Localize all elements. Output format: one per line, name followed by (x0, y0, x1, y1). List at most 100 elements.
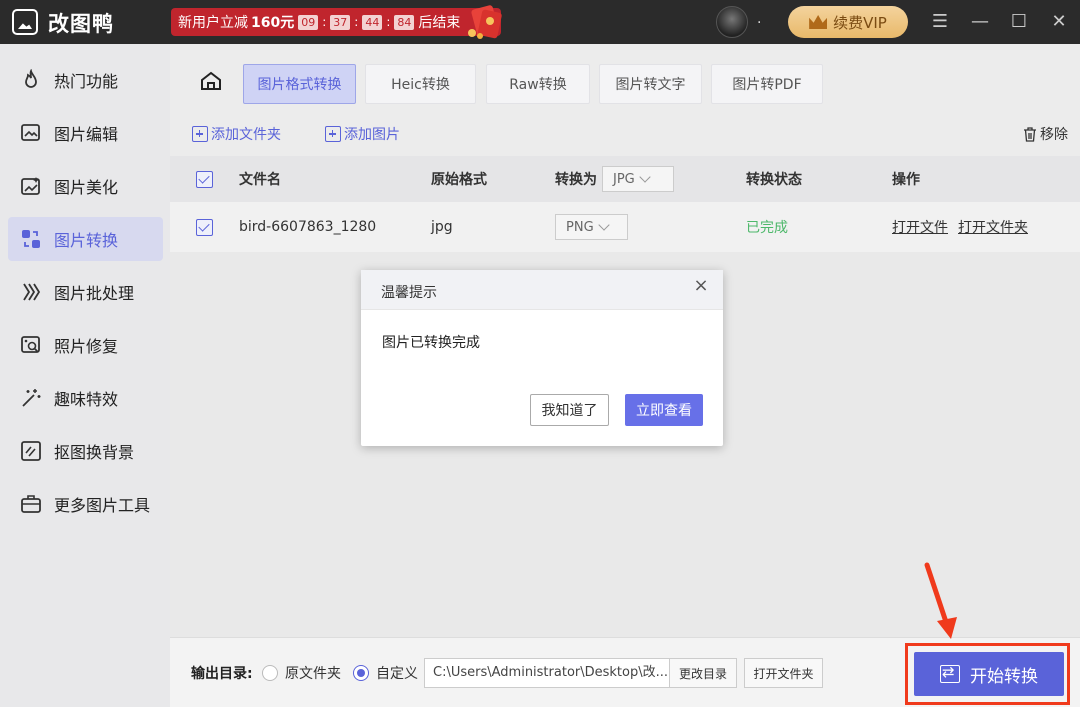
batch-icon (20, 281, 42, 303)
image-convert-icon (20, 228, 42, 250)
tab-image-to-pdf[interactable]: 图片转PDF (711, 64, 823, 104)
magic-icon (20, 387, 42, 409)
file-toolbar: 添加文件夹 添加图片 移除 (170, 112, 1080, 156)
sidebar-item-label: 趣味特效 (54, 390, 119, 409)
add-folder-icon (192, 126, 208, 142)
image-edit-icon (20, 122, 42, 144)
chevron-down-icon (597, 219, 610, 231)
countdown-hours: 09 (298, 14, 319, 30)
open-folder-link[interactable]: 打开文件夹 (958, 217, 1028, 237)
countdown-ms: 84 (394, 14, 415, 30)
header-status: 转换状态 (746, 172, 802, 188)
row-target-value: PNG (566, 219, 594, 235)
fire-icon (20, 69, 42, 91)
chevron-down-icon (639, 171, 651, 183)
start-convert-label: 开始转换 (970, 666, 1038, 687)
toolbox-icon (20, 493, 42, 515)
sidebar-item-label: 热门功能 (54, 72, 119, 91)
annotation-arrow-icon (924, 562, 957, 639)
image-beautify-icon (20, 175, 42, 197)
add-folder-button[interactable]: 添加文件夹 (192, 124, 281, 144)
vip-renew-button[interactable]: 续费VIP (788, 6, 908, 38)
sidebar-item-edit[interactable]: 图片编辑 (8, 111, 163, 155)
row-checkbox[interactable] (196, 202, 213, 252)
tab-heic[interactable]: Heic转换 (365, 64, 476, 104)
promo-suffix: 后结束 (418, 15, 461, 31)
sidebar-item-beautify[interactable]: 图片美化 (8, 164, 163, 208)
row-status: 已完成 (746, 220, 788, 236)
trash-icon (1024, 126, 1036, 142)
minimize-icon[interactable]: — (968, 10, 992, 34)
radio-custom[interactable] (353, 665, 369, 681)
red-envelope-icon (468, 5, 502, 39)
sidebar-item-batch[interactable]: 图片批处理 (8, 270, 163, 314)
photo-repair-icon (20, 334, 42, 356)
close-icon[interactable]: × (693, 277, 709, 295)
user-name[interactable]: . (757, 11, 761, 27)
sidebar-item-more-tools[interactable]: 更多图片工具 (8, 482, 163, 526)
open-file-link[interactable]: 打开文件 (892, 217, 948, 237)
start-convert-button[interactable]: 开始转换 (914, 652, 1064, 696)
radio-original-folder[interactable] (262, 665, 278, 681)
table-row[interactable]: bird-6607863_1280 jpg PNG 已完成 打开文件 打开文件夹 (170, 202, 1080, 252)
promo-banner[interactable]: 新用户立减 160元 09: 37: 44: 84 后结束 (171, 8, 501, 36)
dialog-header: 温馨提示 × (361, 270, 723, 310)
menu-icon[interactable]: ☰ (928, 10, 952, 34)
promo-text: 新用户立减 (178, 15, 248, 31)
sidebar-item-repair[interactable]: 照片修复 (8, 323, 163, 367)
home-icon[interactable] (200, 71, 222, 91)
sidebar-item-label: 图片编辑 (54, 125, 119, 144)
dialog-title: 温馨提示 (381, 285, 437, 301)
remove-label: 移除 (1040, 127, 1068, 143)
remove-button[interactable]: 移除 (1023, 124, 1068, 144)
sidebar-item-hot[interactable]: 热门功能 (8, 58, 163, 102)
sidebar-item-label: 照片修复 (54, 337, 119, 356)
radio-custom-label: 自定义 (376, 666, 418, 682)
sidebar-item-cutout[interactable]: 抠图换背景 (8, 429, 163, 473)
convert-to-all-select[interactable]: JPG (602, 156, 674, 202)
row-target-select[interactable]: PNG (555, 202, 628, 252)
row-filename: bird-6607863_1280 (239, 219, 377, 235)
title-bar: 改图鸭 新用户立减 160元 09: 37: 44: 84 后结束 . 续费VIP… (0, 0, 1080, 44)
swap-icon (940, 663, 960, 683)
row-open-file-link[interactable]: 打开文件 (892, 202, 948, 252)
header-original-format: 原始格式 (431, 172, 487, 188)
add-image-icon (325, 126, 341, 142)
sidebar-item-effects[interactable]: 趣味特效 (8, 376, 163, 420)
output-dir-label: 输出目录: (191, 666, 253, 682)
sidebar-item-label: 图片美化 (54, 178, 119, 197)
select-all-checkbox[interactable] (196, 156, 213, 202)
got-it-button[interactable]: 我知道了 (530, 394, 609, 426)
header-actions: 操作 (892, 172, 920, 188)
promo-amount: 160元 (251, 15, 295, 31)
bottom-bar: 输出目录: 原文件夹 自定义 C:\Users\Administrator\De… (170, 637, 1080, 707)
user-avatar[interactable] (716, 6, 748, 38)
crown-icon (809, 15, 828, 29)
open-output-folder-button[interactable]: 打开文件夹 (744, 658, 823, 688)
tab-format-convert[interactable]: 图片格式转换 (243, 64, 356, 104)
sidebar-item-label: 图片批处理 (54, 284, 135, 303)
vip-label: 续费VIP (833, 13, 887, 32)
tabs-bar: 图片格式转换 Heic转换 Raw转换 图片转文字 图片转PDF (170, 44, 1080, 112)
table-header: 文件名 原始格式 转换为 JPG 转换状态 操作 (170, 156, 1080, 202)
sidebar-item-label: 更多图片工具 (54, 496, 151, 515)
app-title: 改图鸭 (48, 12, 114, 36)
view-now-button[interactable]: 立即查看 (625, 394, 703, 426)
app-logo-icon (12, 9, 38, 35)
maximize-icon[interactable]: ☐ (1007, 10, 1031, 34)
output-path-field[interactable]: C:\Users\Administrator\Desktop\改... (424, 658, 670, 688)
sidebar-item-convert[interactable]: 图片转换 (8, 217, 163, 261)
tab-raw[interactable]: Raw转换 (486, 64, 590, 104)
dialog-message: 图片已转换完成 (382, 335, 480, 351)
add-folder-label: 添加文件夹 (211, 127, 281, 143)
change-dir-button[interactable]: 更改目录 (669, 658, 737, 688)
add-image-label: 添加图片 (344, 127, 400, 143)
row-original-format: jpg (431, 219, 453, 235)
sidebar: 热门功能 图片编辑 图片美化 图片转换 图片批处理 照片修复 趣味特效 抠图换背… (0, 44, 170, 707)
add-image-button[interactable]: 添加图片 (325, 124, 400, 144)
tab-image-to-text[interactable]: 图片转文字 (599, 64, 702, 104)
row-open-folder-link[interactable]: 打开文件夹 (958, 202, 1028, 252)
close-window-icon[interactable]: ✕ (1047, 10, 1071, 34)
header-convert-to: 转换为 (555, 172, 597, 188)
notice-dialog: 温馨提示 × 图片已转换完成 我知道了 立即查看 (361, 270, 723, 446)
